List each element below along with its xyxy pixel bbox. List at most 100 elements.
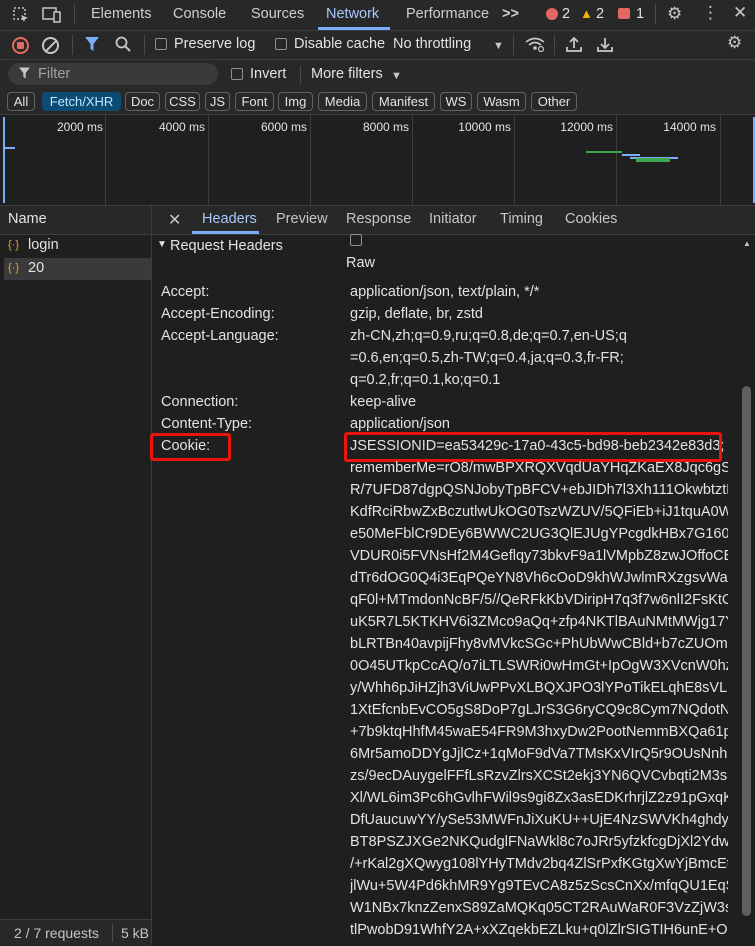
warning-count[interactable]: 2 <box>596 6 604 22</box>
cookie-value-line: Xl/WL6im3Pc6hGvlhFWil9s9gi8Zx3asEDKrhrjl… <box>350 790 728 806</box>
export-har-icon[interactable] <box>597 36 613 56</box>
overview-left-handle[interactable] <box>3 117 10 203</box>
chip-css[interactable]: CSS <box>165 92 200 111</box>
header-name: Accept-Encoding: <box>161 306 275 322</box>
chip-fetch-xhr[interactable]: Fetch/XHR <box>42 92 121 111</box>
tick-label: 8000 ms <box>362 120 409 134</box>
tab-elements[interactable]: Elements <box>91 6 151 22</box>
cookie-value-line: BT8PSZJXGe2NKQudglFNaWkl8c7oJRr5yfzkfcgD… <box>350 834 728 850</box>
request-count: 2 / 7 requests <box>14 925 99 941</box>
cookie-value-line: 6Mr5amoDDYgJjlCz+1qMoF9dVa7TMsKxVIrQ5r9O… <box>350 746 728 762</box>
record-stop-icon[interactable] <box>12 37 29 54</box>
tab-sources[interactable]: Sources <box>251 6 304 22</box>
tab-performance[interactable]: Performance <box>406 6 489 22</box>
import-har-icon[interactable] <box>566 36 582 56</box>
chip-other[interactable]: Other <box>531 92 577 111</box>
chip-font[interactable]: Font <box>235 92 274 111</box>
disable-cache-label: Disable cache <box>294 36 386 52</box>
name-header-label: Name <box>8 211 47 227</box>
network-settings-gear-icon[interactable]: ⚙ <box>727 34 742 51</box>
tick-label: 10000 ms <box>458 120 511 134</box>
filter-icon <box>18 66 31 84</box>
throttling-select[interactable]: No throttling <box>393 36 471 52</box>
search-icon[interactable] <box>115 36 131 56</box>
more-tabs-button[interactable]: >> <box>502 6 519 22</box>
chip-all[interactable]: All <box>7 92 35 111</box>
invert-checkbox[interactable] <box>231 68 243 80</box>
cookie-value-line: y/Whh6pJiHZjh3ViUwPPvXLBQXJPO3lYPoTikELq… <box>350 680 728 696</box>
scroll-up-icon[interactable]: ▲ <box>743 239 751 248</box>
issues-icon <box>618 8 630 19</box>
devtools-tabbar: Elements Console Sources Network Perform… <box>0 0 755 31</box>
network-conditions-icon[interactable] <box>525 36 545 56</box>
header-name: Accept-Language: <box>161 328 279 344</box>
header-name: Connection: <box>161 394 239 410</box>
cookie-value-line: rememberMe=rO8/mwBPXRQXVqdUaYHqZKaEX8Jqc… <box>350 460 728 476</box>
cookie-value-line: DfUaucuwYY/ySe53MWFnJiXuKU++UjE4NzSWVKh4… <box>350 812 728 828</box>
close-details-icon[interactable]: ✕ <box>168 210 181 230</box>
request-name: 20 <box>28 260 45 276</box>
tab-console[interactable]: Console <box>173 6 226 22</box>
chip-media[interactable]: Media <box>318 92 367 111</box>
overview-right-handle[interactable] <box>748 117 755 203</box>
tick-label: 12000 ms <box>560 120 613 134</box>
tab-preview[interactable]: Preview <box>276 211 328 227</box>
settings-gear-icon[interactable]: ⚙ <box>667 5 682 22</box>
tick-label: 14000 ms <box>663 120 716 134</box>
cookie-value-line: 1XtEfcnbEvCO5gS8DoP7gLJrS3G6ryCQ9c8Cym7N… <box>350 702 728 718</box>
request-name: login <box>28 237 59 253</box>
resource-type-filters: All Fetch/XHR Doc CSS JS Font Img Media … <box>0 90 755 115</box>
tab-cookies[interactable]: Cookies <box>565 211 617 227</box>
cookie-name-highlight <box>150 433 231 461</box>
tab-initiator[interactable]: Initiator <box>429 211 477 227</box>
raw-checkbox[interactable] <box>350 234 362 246</box>
filter-input[interactable]: Filter <box>8 63 218 85</box>
chip-js[interactable]: JS <box>205 92 230 111</box>
clear-icon[interactable] <box>42 37 59 54</box>
more-filters-dropdown[interactable]: More filters <box>311 66 383 82</box>
error-count[interactable]: 2 <box>562 6 570 22</box>
chip-manifest[interactable]: Manifest <box>372 92 435 111</box>
overview-bar <box>4 147 15 149</box>
device-toolbar-icon[interactable] <box>42 6 62 28</box>
details-scrollbar-thumb[interactable] <box>742 386 751 916</box>
chip-ws[interactable]: WS <box>440 92 472 111</box>
filter-funnel-icon[interactable] <box>84 35 100 56</box>
cookie-value-line: jlWu+5W4Pd6khMR9Yg9TEvCA8z5zScsCnXx/mfqQ… <box>350 878 728 894</box>
preserve-log-label: Preserve log <box>174 36 256 52</box>
timeline-overview[interactable]: 2000 ms 4000 ms 6000 ms 8000 ms 10000 ms… <box>0 115 755 206</box>
network-toolbar: Preserve log Disable cache No throttling… <box>0 31 755 60</box>
tab-headers[interactable]: Headers <box>202 211 257 227</box>
transferred-size: 5 kB <box>121 925 150 941</box>
cookie-value-line: 0O45UTkpCcAQ/o7iLTLSWRi0wHmGt+IpOgW3XVcn… <box>350 658 728 674</box>
tab-response[interactable]: Response <box>346 211 411 227</box>
inspect-element-icon[interactable] <box>12 6 30 28</box>
collapse-triangle-icon[interactable]: ▼ <box>157 239 167 250</box>
tab-timing[interactable]: Timing <box>500 211 543 227</box>
tab-network[interactable]: Network <box>326 6 379 22</box>
warning-icon: ▲ <box>580 6 593 21</box>
cookie-value-line: +7b9ktqHhfM45waE54FR9M3hxyDw2PootNemmBXQ… <box>350 724 728 740</box>
close-devtools-icon[interactable]: ✕ <box>733 4 747 21</box>
header-name: Content-Type: <box>161 416 253 432</box>
chip-img[interactable]: Img <box>278 92 313 111</box>
overview-bar <box>622 154 640 156</box>
request-row-20[interactable]: {·} 20 <box>4 258 151 280</box>
disable-cache-checkbox[interactable] <box>275 38 287 50</box>
chip-doc[interactable]: Doc <box>125 92 160 111</box>
kebab-menu-icon[interactable]: ⋮ <box>702 4 719 21</box>
more-filters-chevron-icon[interactable]: ▼ <box>391 68 402 84</box>
xhr-icon: {·} <box>8 239 20 251</box>
chip-wasm[interactable]: Wasm <box>477 92 526 111</box>
request-headers-title[interactable]: Request Headers <box>170 238 283 254</box>
chevron-down-icon[interactable]: ▼ <box>493 38 504 54</box>
active-details-tab-indicator <box>192 231 259 234</box>
issues-count[interactable]: 1 <box>636 6 644 22</box>
header-value: application/json, text/plain, */* <box>350 284 540 300</box>
xhr-icon: {·} <box>8 262 20 274</box>
request-row-login[interactable]: {·} login <box>4 235 151 257</box>
cookie-value-line: dTr6dOG0Q4i3EqPQeYN8Vh6cOoD9khWJwlmRXzgs… <box>350 570 728 586</box>
name-column-header[interactable]: Name <box>0 206 151 235</box>
header-value: zh-CN,zh;q=0.9,ru;q=0.8,de;q=0.7,en-US;q… <box>350 328 627 388</box>
preserve-log-checkbox[interactable] <box>155 38 167 50</box>
